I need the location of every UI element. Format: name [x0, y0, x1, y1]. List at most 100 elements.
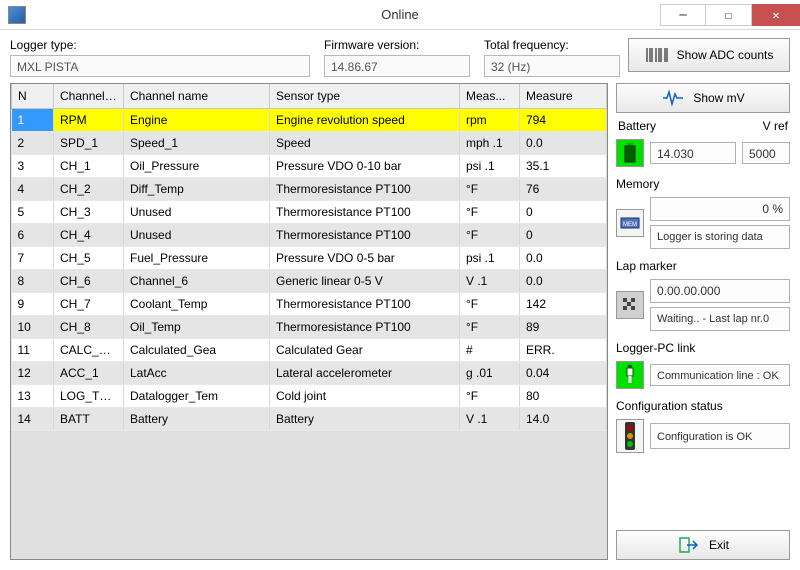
window-title: Online — [381, 7, 419, 22]
logger-type-label: Logger type: — [10, 38, 310, 52]
cell-measure: 0 — [520, 201, 607, 224]
cell-measure: 14.0 — [520, 408, 607, 431]
cell-name: Oil_Pressure — [124, 155, 270, 178]
plug-icon — [616, 361, 644, 389]
battery-label: Battery — [618, 119, 656, 133]
lap-status: Waiting.. - Last lap nr.0 — [650, 307, 790, 331]
col-unit[interactable]: Meas... — [460, 84, 520, 109]
col-channel-id[interactable]: Channel i... — [54, 84, 124, 109]
cell-sensor: Speed — [270, 132, 460, 155]
cell-id: CH_6 — [54, 270, 124, 293]
cell-sensor: Lateral accelerometer — [270, 362, 460, 385]
cell-measure: 76 — [520, 178, 607, 201]
cell-unit: mph .1 — [460, 132, 520, 155]
battery-value: 14.030 — [650, 142, 736, 164]
cell-sensor: Thermoresistance PT100 — [270, 293, 460, 316]
cell-n: 4 — [12, 178, 54, 201]
cell-id: CH_5 — [54, 247, 124, 270]
cell-name: Unused — [124, 201, 270, 224]
table-row[interactable]: 5CH_3UnusedThermoresistance PT100°F0 — [12, 201, 607, 224]
table-row[interactable]: 6CH_4UnusedThermoresistance PT100°F0 — [12, 224, 607, 247]
app-icon — [8, 6, 26, 24]
cell-measure: 142 — [520, 293, 607, 316]
lap-time: 0.00.00.000 — [650, 279, 790, 303]
flag-icon — [616, 291, 644, 319]
cell-n: 1 — [12, 109, 54, 132]
cell-name: Engine — [124, 109, 270, 132]
cell-n: 14 — [12, 408, 54, 431]
cell-id: CH_8 — [54, 316, 124, 339]
close-button[interactable]: ✕ — [752, 4, 800, 26]
cell-measure: 794 — [520, 109, 607, 132]
cell-n: 5 — [12, 201, 54, 224]
cell-n: 2 — [12, 132, 54, 155]
table-row[interactable]: 12ACC_1LatAccLateral accelerometerg .010… — [12, 362, 607, 385]
cell-name: Speed_1 — [124, 132, 270, 155]
cell-name: Fuel_Pressure — [124, 247, 270, 270]
show-mv-button[interactable]: Show mV — [616, 83, 790, 113]
cell-measure: 0.0 — [520, 270, 607, 293]
minimize-button[interactable]: ─ — [660, 4, 706, 26]
col-n[interactable]: N — [12, 84, 54, 109]
cell-measure: 0.0 — [520, 247, 607, 270]
table-row[interactable]: 14BATTBatteryBatteryV .114.0 — [12, 408, 607, 431]
table-row[interactable]: 13LOG_TMPDatalogger_TemCold joint°F80 — [12, 385, 607, 408]
channel-table[interactable]: N Channel i... Channel name Sensor type … — [10, 83, 608, 560]
firmware-value: 14.86.67 — [324, 55, 470, 77]
memory-icon: MEM — [616, 209, 644, 237]
table-row[interactable]: 2SPD_1Speed_1Speedmph .10.0 — [12, 132, 607, 155]
table-row[interactable]: 9CH_7Coolant_TempThermoresistance PT100°… — [12, 293, 607, 316]
cell-n: 9 — [12, 293, 54, 316]
table-row[interactable]: 10CH_8Oil_TempThermoresistance PT100°F89 — [12, 316, 607, 339]
cell-n: 11 — [12, 339, 54, 362]
vref-value: 5000 — [742, 142, 790, 164]
cell-name: Calculated_Gea — [124, 339, 270, 362]
table-row[interactable]: 1RPMEngineEngine revolution speedrpm794 — [12, 109, 607, 132]
table-row[interactable]: 11CALC_GE...Calculated_GeaCalculated Gea… — [12, 339, 607, 362]
maximize-button[interactable]: ☐ — [706, 4, 752, 26]
logger-type-value: MXL PISTA — [10, 55, 310, 77]
cell-sensor: Battery — [270, 408, 460, 431]
cell-unit: V .1 — [460, 408, 520, 431]
table-header-row[interactable]: N Channel i... Channel name Sensor type … — [12, 84, 607, 109]
cell-name: Diff_Temp — [124, 178, 270, 201]
cell-sensor: Generic linear 0-5 V — [270, 270, 460, 293]
col-sensor-type[interactable]: Sensor type — [270, 84, 460, 109]
cell-sensor: Engine revolution speed — [270, 109, 460, 132]
memory-status: Logger is storing data — [650, 225, 790, 249]
cell-n: 13 — [12, 385, 54, 408]
exit-button[interactable]: Exit — [616, 530, 790, 560]
cell-sensor: Pressure VDO 0-5 bar — [270, 247, 460, 270]
cell-sensor: Thermoresistance PT100 — [270, 201, 460, 224]
cell-id: CALC_GE... — [54, 339, 124, 362]
col-measure[interactable]: Measure — [520, 84, 607, 109]
vref-label: V ref — [763, 119, 788, 133]
table-row[interactable]: 4CH_2Diff_TempThermoresistance PT100°F76 — [12, 178, 607, 201]
freq-value: 32 (Hz) — [484, 55, 620, 77]
cell-unit: psi .1 — [460, 155, 520, 178]
cell-unit: °F — [460, 385, 520, 408]
col-channel-name[interactable]: Channel name — [124, 84, 270, 109]
cell-id: BATT — [54, 408, 124, 431]
cell-name: Oil_Temp — [124, 316, 270, 339]
link-status: Communication line : OK — [650, 364, 790, 386]
cell-id: SPD_1 — [54, 132, 124, 155]
cell-unit: °F — [460, 178, 520, 201]
cell-measure: 80 — [520, 385, 607, 408]
cell-name: Unused — [124, 224, 270, 247]
barcode-icon — [645, 44, 669, 66]
battery-icon — [616, 139, 644, 167]
memory-label: Memory — [616, 173, 790, 191]
svg-text:MEM: MEM — [623, 222, 637, 228]
cell-id: CH_2 — [54, 178, 124, 201]
cell-n: 3 — [12, 155, 54, 178]
table-row[interactable]: 8CH_6Channel_6Generic linear 0-5 VV .10.… — [12, 270, 607, 293]
show-adc-button[interactable]: Show ADC counts — [628, 38, 790, 72]
cell-sensor: Calculated Gear — [270, 339, 460, 362]
cell-name: Battery — [124, 408, 270, 431]
freq-label: Total frequency: — [484, 38, 620, 52]
cell-sensor: Cold joint — [270, 385, 460, 408]
table-row[interactable]: 3CH_1Oil_PressurePressure VDO 0-10 barps… — [12, 155, 607, 178]
table-row[interactable]: 7CH_5Fuel_PressurePressure VDO 0-5 barps… — [12, 247, 607, 270]
cell-n: 6 — [12, 224, 54, 247]
